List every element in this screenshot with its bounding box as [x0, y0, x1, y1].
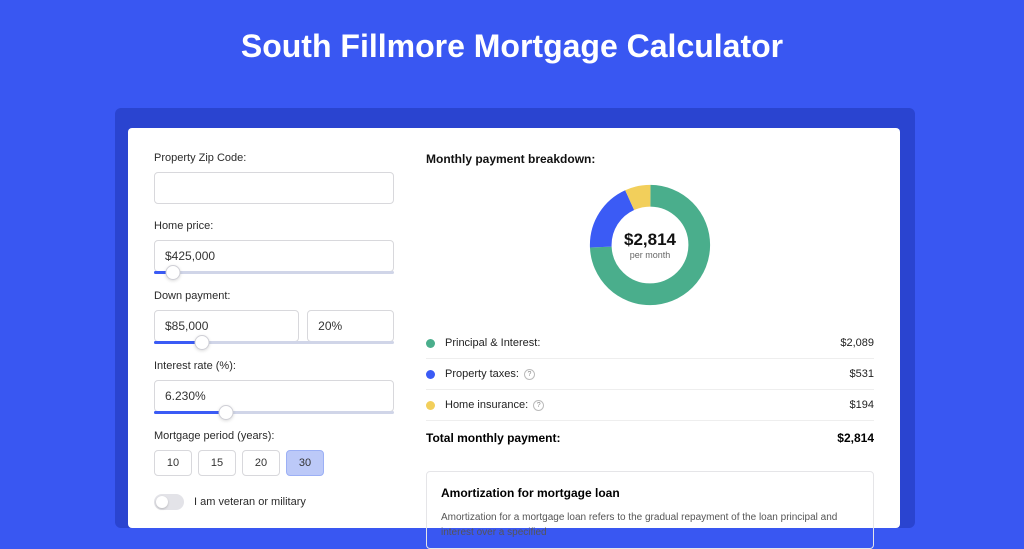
- breakdown-label: Principal & Interest:: [445, 337, 840, 349]
- down-payment-slider[interactable]: [154, 341, 394, 344]
- donut-center-sub: per month: [630, 250, 671, 260]
- interest-rate-label: Interest rate (%):: [154, 360, 394, 372]
- toggle-knob: [156, 496, 168, 508]
- down-payment-label: Down payment:: [154, 290, 394, 302]
- donut-center-value: $2,814: [624, 230, 676, 250]
- breakdown-label-text: Home insurance:: [445, 399, 528, 411]
- legend-dot: [426, 339, 435, 348]
- down-payment-pct-input[interactable]: [307, 310, 394, 342]
- breakdown-value: $2,089: [840, 337, 874, 349]
- info-icon[interactable]: ?: [533, 400, 544, 411]
- breakdown-title: Monthly payment breakdown:: [426, 152, 874, 166]
- breakdown-column: Monthly payment breakdown: $2,814 per mo…: [426, 152, 874, 528]
- legend-dot: [426, 401, 435, 410]
- home-price-group: Home price:: [154, 220, 394, 274]
- mortgage-period-label: Mortgage period (years):: [154, 430, 394, 442]
- amortization-title: Amortization for mortgage loan: [441, 486, 859, 500]
- zip-field-group: Property Zip Code:: [154, 152, 394, 204]
- slider-thumb[interactable]: [219, 405, 234, 420]
- veteran-toggle-row: I am veteran or military: [154, 494, 394, 510]
- donut-chart: $2,814 per month: [585, 180, 715, 310]
- down-payment-input[interactable]: [154, 310, 299, 342]
- breakdown-value: $531: [850, 368, 874, 380]
- breakdown-value: $194: [850, 399, 874, 411]
- amortization-box: Amortization for mortgage loan Amortizat…: [426, 471, 874, 549]
- breakdown-label: Home insurance:?: [445, 399, 850, 411]
- amortization-text: Amortization for a mortgage loan refers …: [441, 510, 859, 540]
- veteran-toggle[interactable]: [154, 494, 184, 510]
- home-price-label: Home price:: [154, 220, 394, 232]
- slider-fill: [154, 411, 226, 414]
- period-btn-15[interactable]: 15: [198, 450, 236, 476]
- breakdown-list: Principal & Interest: $2,089 Property taxe…: [426, 328, 874, 420]
- total-row: Total monthly payment: $2,814: [426, 420, 874, 455]
- zip-input[interactable]: [154, 172, 394, 204]
- page-title: South Fillmore Mortgage Calculator: [0, 0, 1024, 89]
- interest-rate-slider[interactable]: [154, 411, 394, 414]
- breakdown-row: Home insurance:?$194: [426, 389, 874, 420]
- interest-rate-group: Interest rate (%):: [154, 360, 394, 414]
- period-options: 10152030: [154, 450, 394, 476]
- slider-thumb[interactable]: [195, 335, 210, 350]
- total-value: $2,814: [837, 431, 874, 445]
- breakdown-row: Principal & Interest: $2,089: [426, 328, 874, 358]
- home-price-input[interactable]: [154, 240, 394, 272]
- breakdown-label: Property taxes:?: [445, 368, 850, 380]
- period-btn-20[interactable]: 20: [242, 450, 280, 476]
- legend-dot: [426, 370, 435, 379]
- breakdown-row: Property taxes:?$531: [426, 358, 874, 389]
- total-label: Total monthly payment:: [426, 431, 560, 445]
- period-btn-30[interactable]: 30: [286, 450, 324, 476]
- form-column: Property Zip Code: Home price: Down paym…: [154, 152, 394, 528]
- donut-center: $2,814 per month: [585, 180, 715, 310]
- mortgage-period-group: Mortgage period (years): 10152030: [154, 430, 394, 476]
- breakdown-label-text: Property taxes:: [445, 368, 519, 380]
- home-price-slider[interactable]: [154, 271, 394, 274]
- breakdown-label-text: Principal & Interest:: [445, 337, 540, 349]
- interest-rate-input[interactable]: [154, 380, 394, 412]
- donut-chart-wrap: $2,814 per month: [426, 180, 874, 310]
- zip-label: Property Zip Code:: [154, 152, 394, 164]
- veteran-label: I am veteran or military: [194, 496, 306, 508]
- slider-thumb[interactable]: [166, 265, 181, 280]
- period-btn-10[interactable]: 10: [154, 450, 192, 476]
- calculator-card: Property Zip Code: Home price: Down paym…: [128, 128, 900, 528]
- down-payment-group: Down payment:: [154, 290, 394, 344]
- info-icon[interactable]: ?: [524, 369, 535, 380]
